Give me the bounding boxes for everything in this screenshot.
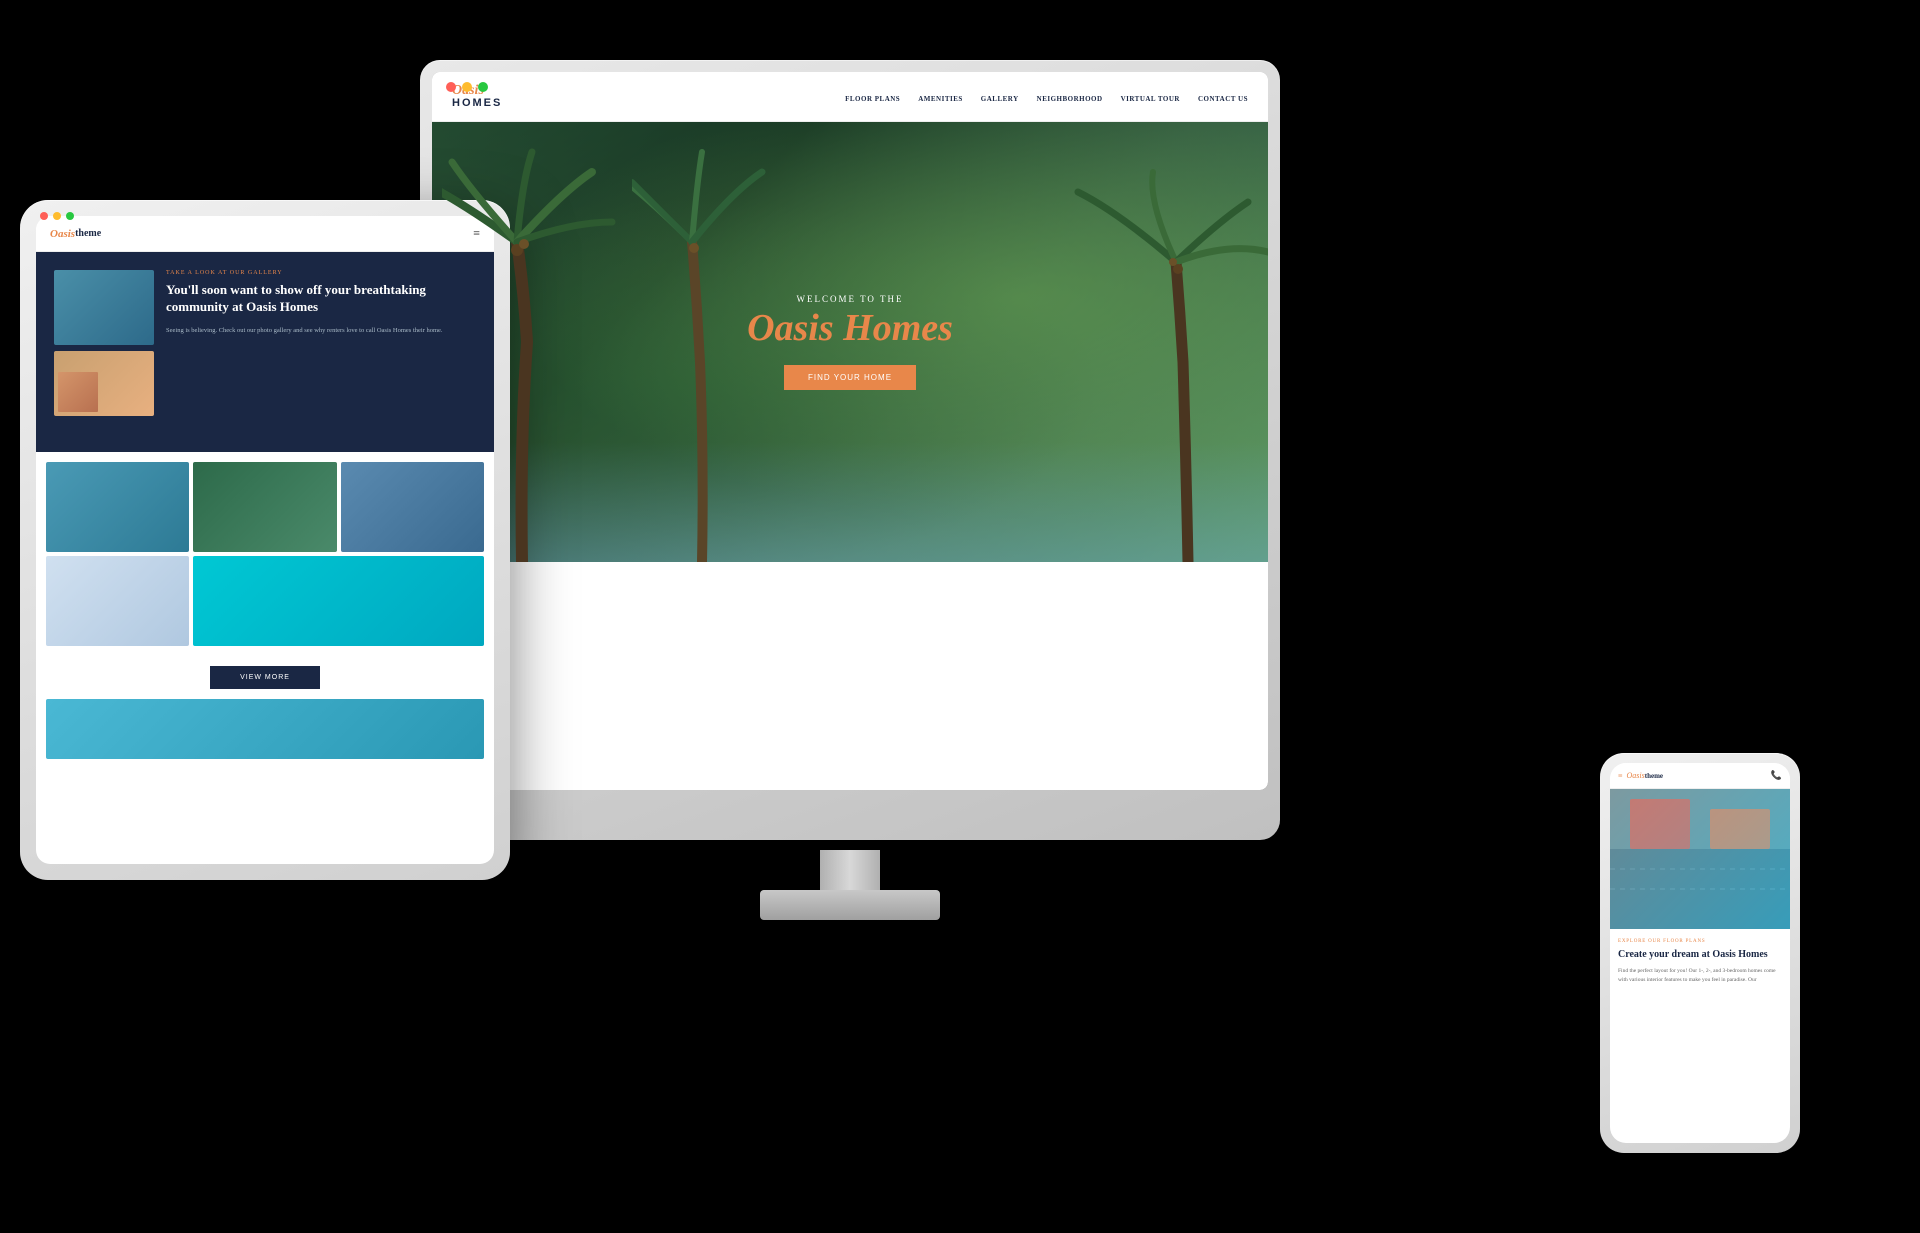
tablet-gallery-label: TAKE A LOOK AT OUR GALLERY: [166, 270, 476, 276]
phone-section-label: EXPLORE OUR FLOOR PLANS: [1618, 939, 1782, 944]
nav-link-gallery[interactable]: GALLERY: [981, 95, 1019, 103]
tablet-dot-red: [40, 212, 48, 220]
nav-item-neighborhood[interactable]: NEIGHBORHOOD: [1037, 88, 1103, 106]
hero-welcome-text: WELCOME TO THE: [747, 294, 953, 304]
phone-call-icon[interactable]: 📞: [1771, 770, 1782, 781]
view-more-button[interactable]: VIEW MORE: [210, 666, 320, 689]
nav-link-virtual-tour[interactable]: VIRTUAL TOUR: [1121, 95, 1180, 103]
tablet-hero-section: TAKE A LOOK AT OUR GALLERY You'll soon w…: [36, 252, 494, 452]
tablet-hero-text: TAKE A LOOK AT OUR GALLERY You'll soon w…: [166, 270, 476, 434]
website-nav-links: FLOOR PLANS AMENITIES GALLERY NEIGHBORHO…: [845, 88, 1248, 106]
tablet-image-bottom-inner: [58, 372, 98, 412]
phone-logo-theme: theme: [1645, 772, 1663, 780]
dot-green: [478, 82, 488, 92]
hero-content: WELCOME TO THE Oasis Homes Find Your Hom…: [747, 294, 953, 391]
scene: Oasis HOMES FLOOR PLANS AMENITIES GALLER…: [0, 0, 1920, 1233]
palm-tree-right: [1068, 162, 1268, 562]
tablet-hero-images: [54, 270, 154, 434]
phone-hamburger-icon[interactable]: ≡: [1618, 771, 1623, 780]
monitor-screen: Oasis HOMES FLOOR PLANS AMENITIES GALLER…: [432, 72, 1268, 790]
tablet-dot-green: [66, 212, 74, 220]
nav-item-floor-plans[interactable]: FLOOR PLANS: [845, 88, 900, 106]
logo-homes: HOMES: [452, 98, 502, 109]
monitor-bezel: Oasis HOMES FLOOR PLANS AMENITIES GALLER…: [432, 72, 1268, 790]
phone-frame: ≡ Oasis theme 📞: [1600, 753, 1800, 1153]
monitor-frame: Oasis HOMES FLOOR PLANS AMENITIES GALLER…: [420, 60, 1280, 840]
tablet-hero-heading: You'll soon want to show off your breath…: [166, 282, 476, 316]
nav-item-contact[interactable]: CONTACT US: [1198, 88, 1248, 106]
hero-title: Oasis Homes: [747, 308, 953, 350]
website-nav: Oasis HOMES FLOOR PLANS AMENITIES GALLER…: [432, 72, 1268, 122]
monitor-stand: [760, 850, 940, 930]
nav-item-amenities[interactable]: AMENITIES: [918, 88, 963, 106]
phone-body-text: Find the perfect layout for you! Our 1-,…: [1618, 967, 1782, 985]
phone-nav: ≡ Oasis theme 📞: [1610, 763, 1790, 789]
phone-hero-image: [1610, 789, 1790, 929]
find-your-home-button[interactable]: Find Your Home: [784, 365, 916, 390]
website-hero: WELCOME TO THE Oasis Homes Find Your Hom…: [432, 122, 1268, 562]
dot-red: [446, 82, 456, 92]
tablet-nav: Oasis theme ≡: [36, 216, 494, 252]
tablet-hero-body: Seeing is believing. Check out our photo…: [166, 326, 476, 336]
tablet-image-top: [54, 270, 154, 345]
monitor-dots: [446, 82, 488, 92]
nav-link-amenities[interactable]: AMENITIES: [918, 95, 963, 103]
tablet-gallery-grid: [36, 452, 494, 656]
tablet-logo-oasis: Oasis: [50, 228, 75, 240]
phone-heading: Create your dream at Oasis Homes: [1618, 948, 1782, 961]
tablet-footer-bar: [46, 699, 484, 759]
stand-base: [760, 890, 940, 920]
tablet-dot-yellow: [53, 212, 61, 220]
gallery-image-5: [193, 556, 484, 646]
nav-link-contact[interactable]: CONTACT US: [1198, 95, 1248, 103]
desktop-monitor: Oasis HOMES FLOOR PLANS AMENITIES GALLER…: [420, 60, 1280, 960]
phone-hero-overlay: [1610, 789, 1790, 929]
tablet: Oasis theme ≡ TAKE A LOOK AT OUR GALLERY: [20, 200, 510, 880]
tablet-view-more-section: VIEW MORE: [36, 656, 494, 699]
nav-item-virtual-tour[interactable]: VIRTUAL TOUR: [1121, 88, 1180, 106]
tablet-logo-theme: theme: [75, 228, 101, 239]
tablet-image-bottom: [54, 351, 154, 416]
phone: ≡ Oasis theme 📞: [1600, 753, 1800, 1153]
tablet-dots: [40, 212, 74, 220]
stand-neck: [820, 850, 880, 890]
palm-tree-left: [442, 142, 622, 562]
gallery-image-2: [193, 462, 336, 552]
gallery-image-1: [46, 462, 189, 552]
nav-link-floor-plans[interactable]: FLOOR PLANS: [845, 95, 900, 103]
gallery-image-4: [46, 556, 189, 646]
nav-item-gallery[interactable]: GALLERY: [981, 88, 1019, 106]
dot-yellow: [462, 82, 472, 92]
phone-screen: ≡ Oasis theme 📞: [1610, 763, 1790, 1143]
phone-logo-oasis: Oasis: [1627, 771, 1645, 780]
tablet-frame: Oasis theme ≡ TAKE A LOOK AT OUR GALLERY: [20, 200, 510, 880]
nav-link-neighborhood[interactable]: NEIGHBORHOOD: [1037, 95, 1103, 103]
phone-content: EXPLORE OUR FLOOR PLANS Create your drea…: [1610, 929, 1790, 995]
tablet-screen: Oasis theme ≡ TAKE A LOOK AT OUR GALLERY: [36, 216, 494, 864]
